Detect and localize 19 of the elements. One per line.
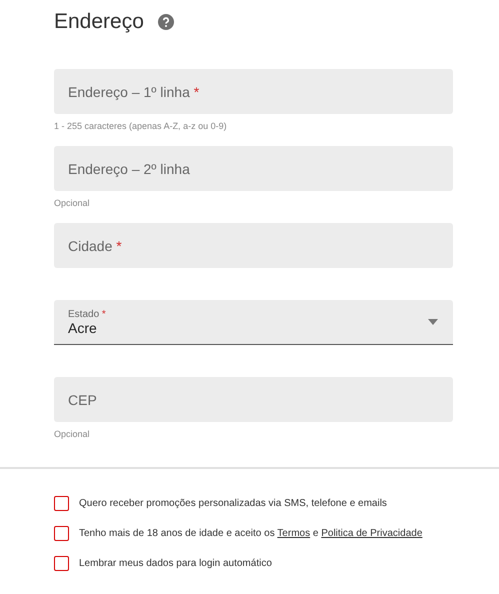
helper-text: Opcional — [54, 197, 91, 210]
checkbox-label: Quero receber promoções personalizadas via SMS, telefone e emails — [79, 498, 387, 509]
input-field[interactable]: Cidade * — [54, 223, 453, 268]
input-field[interactable]: CEP — [54, 377, 453, 422]
input-field[interactable]: Endereço – 2º linha — [54, 146, 453, 191]
section-title: Endereço — [54, 10, 144, 34]
link[interactable]: Politica de Privacidade — [321, 528, 422, 539]
caret-icon — [428, 319, 438, 325]
checkbox[interactable] — [54, 496, 69, 511]
help-icon[interactable] — [158, 14, 174, 30]
checkbox-label: Lembrar meus dados para login automático — [79, 558, 272, 569]
checkbox[interactable] — [54, 556, 69, 571]
link[interactable]: Termos — [277, 528, 310, 539]
input-field[interactable]: Endereço – 1º linha * — [54, 69, 453, 114]
state-select[interactable]: Estado * Acre — [54, 300, 453, 345]
checkbox-label: Tenho mais de 18 anos de idade e aceito os Termos e Politica de Privacidade — [79, 528, 422, 539]
helper-text: Opcional — [54, 428, 91, 441]
helper-text: 1 - 255 caracteres (apenas A-Z, a-z ou 0-9) — [54, 120, 228, 133]
checkbox[interactable] — [54, 526, 69, 541]
